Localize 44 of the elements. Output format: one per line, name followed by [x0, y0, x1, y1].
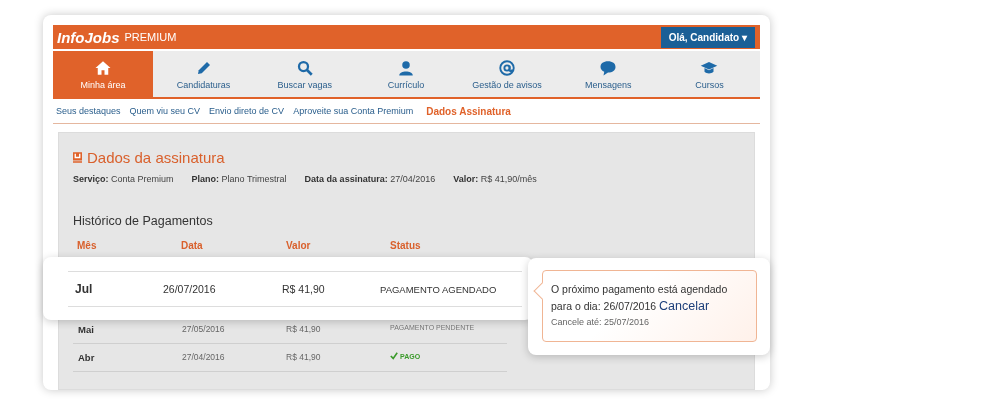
nav-tab[interactable]: Minha área [53, 51, 153, 97]
tooltip-note: Cancele até: 25/07/2016 [551, 317, 651, 327]
nav-tab[interactable]: Currículo [355, 51, 457, 97]
table-cell: 27/05/2016 [182, 324, 225, 334]
table-cell: 26/07/2016 [163, 283, 216, 295]
person-icon [396, 58, 415, 77]
subscription-detail: Plano: Plano Trimestral [191, 174, 287, 184]
history-title: Histórico de Pagamentos [73, 214, 214, 228]
table-cell: R$ 41,90 [282, 283, 325, 295]
subscription-detail: Data da assinatura: 27/04/2016 [304, 174, 436, 184]
nav-tab[interactable]: Buscar vagas [254, 51, 356, 97]
at-sign-icon [498, 58, 517, 77]
checkmark-icon [390, 352, 398, 360]
table-cell: 27/04/2016 [182, 352, 225, 362]
table-cell: Mai [78, 324, 94, 335]
column-header: Status [390, 240, 421, 251]
section-title: Dados da assinatura [87, 149, 225, 166]
cancel-link[interactable]: Cancelar [659, 299, 710, 313]
speech-bubble-icon [599, 58, 618, 77]
subnav-link[interactable]: Dados Assinatura [426, 105, 511, 117]
subnav-link[interactable]: Quem viu seu CV [129, 106, 201, 116]
nav-tab[interactable]: Candidaturas [153, 51, 255, 97]
subnav-link[interactable]: Envio direto de CV [209, 106, 285, 116]
subscription-detail: Valor: R$ 41,90/mês [453, 174, 537, 184]
subnav-link[interactable]: Aproveite sua Conta Premium [293, 106, 414, 116]
table-cell: R$ 41,90 [286, 324, 321, 334]
column-header: Valor [286, 240, 311, 251]
nav-tab[interactable]: Mensagens [557, 51, 659, 97]
subscription-detail: Serviço: Conta Premium [73, 174, 174, 184]
logo: InfoJobs [57, 28, 120, 46]
search-icon [295, 58, 314, 77]
subnav-link[interactable]: Seus destaques [56, 106, 121, 116]
logo-suffix: PREMIUM [124, 31, 177, 43]
table-cell: PAGAMENTO AGENDADO [380, 284, 497, 295]
column-header: Data [181, 240, 203, 251]
table-cell: Jul [75, 282, 93, 296]
logo-badge-icon [73, 152, 82, 163]
table-cell: R$ 41,90 [286, 352, 321, 362]
nav-tab[interactable]: Gestão de avisos [456, 51, 558, 97]
user-menu-button[interactable]: Olá, Candidato ▾ [660, 26, 755, 48]
nav-tab[interactable]: Cursos [658, 51, 760, 97]
column-header: Mês [77, 240, 97, 251]
table-cell: Abr [78, 352, 95, 363]
tooltip-text: O próximo pagamento está agendado para o dia: 26/07/2016 Cancelar [551, 282, 729, 315]
